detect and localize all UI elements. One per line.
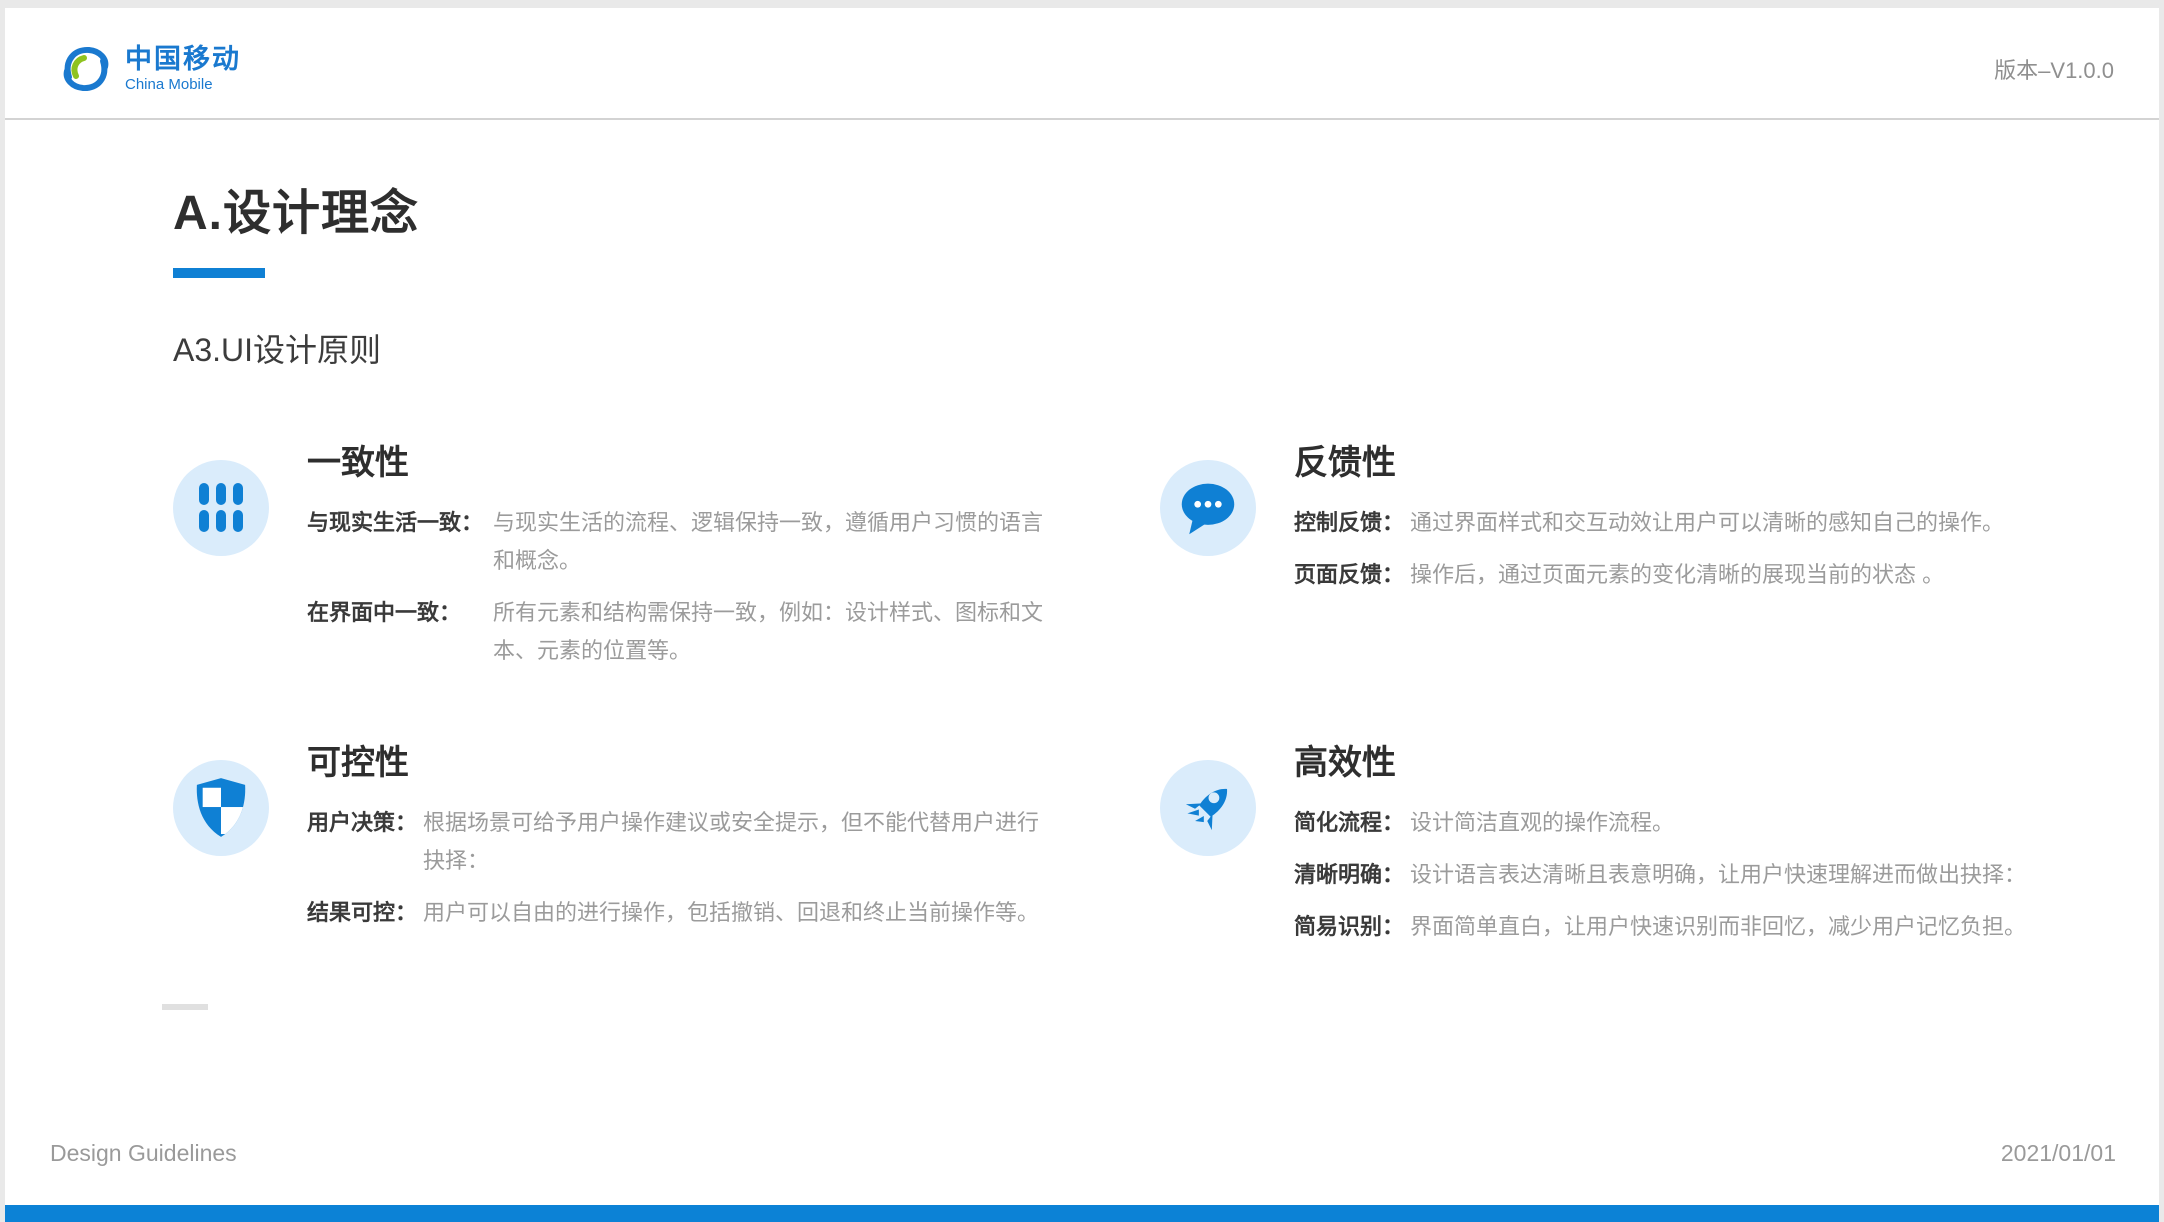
page-footer: Design Guidelines 2021/01/01	[50, 1140, 2116, 1167]
principle-item: 在界面中一致： 所有元素和结构需保持一致，例如：设计样式、图标和文本、元素的位置…	[307, 594, 1130, 670]
item-label: 页面反馈：	[1294, 556, 1404, 594]
chat-bubble-icon	[1160, 460, 1256, 556]
china-mobile-logo-icon	[61, 44, 111, 94]
page-subtitle: A3.UI设计原则	[173, 334, 2117, 366]
principle-item: 页面反馈： 操作后，通过页面元素的变化清晰的展现当前的状态 。	[1294, 556, 2117, 594]
main-content: A.设计理念 A3.UI设计原则	[5, 190, 2159, 960]
principle-item: 与现实生活一致： 与现实生活的流程、逻辑保持一致，遵循用户习惯的语言和概念。	[307, 504, 1130, 580]
item-desc: 所有元素和结构需保持一致，例如：设计样式、图标和文本、元素的位置等。	[493, 594, 1053, 670]
page-title: A.设计理念	[173, 190, 2117, 238]
version-label: 版本–V1.0.0	[1994, 53, 2114, 85]
item-desc: 根据场景可给予用户操作建议或安全提示，但不能代替用户进行抉择：	[423, 804, 1048, 880]
item-label: 简易识别：	[1294, 908, 1404, 946]
footer-date: 2021/01/01	[2001, 1140, 2116, 1167]
item-desc: 与现实生活的流程、逻辑保持一致，遵循用户习惯的语言和概念。	[493, 504, 1053, 580]
page-header: 中国移动 China Mobile 版本–V1.0.0	[5, 8, 2159, 120]
section-controllability: 可控性 用户决策： 根据场景可给予用户操作建议或安全提示，但不能代替用户进行抉择…	[173, 746, 1130, 960]
logo-text: 中国移动 China Mobile	[125, 45, 241, 93]
principle-item: 清晰明确： 设计语言表达清晰且表意明确，让用户快速理解进而做出抉择：	[1294, 856, 2117, 894]
item-label: 用户决策：	[307, 804, 417, 842]
item-desc: 设计语言表达清晰且表意明确，让用户快速理解进而做出抉择：	[1410, 856, 2026, 894]
item-desc: 通过界面样式和交互动效让用户可以清晰的感知自己的操作。	[1410, 504, 2004, 542]
item-desc: 设计简洁直观的操作流程。	[1410, 804, 1674, 842]
section-body: 高效性 简化流程： 设计简洁直观的操作流程。 清晰明确： 设计语言表达清晰且表意…	[1294, 746, 2117, 960]
item-label: 清晰明确：	[1294, 856, 1404, 894]
rocket-icon	[1160, 760, 1256, 856]
item-label: 在界面中一致：	[307, 594, 487, 632]
item-label: 控制反馈：	[1294, 504, 1404, 542]
decorative-dash	[162, 1004, 208, 1010]
principle-item: 简易识别： 界面简单直白，让用户快速识别而非回忆，减少用户记忆负担。	[1294, 908, 2117, 946]
bottom-accent-bar	[5, 1205, 2159, 1222]
title-underline	[173, 268, 265, 278]
section-efficiency: 高效性 简化流程： 设计简洁直观的操作流程。 清晰明确： 设计语言表达清晰且表意…	[1160, 746, 2117, 960]
section-heading: 一致性	[307, 446, 1130, 480]
principle-item: 控制反馈： 通过界面样式和交互动效让用户可以清晰的感知自己的操作。	[1294, 504, 2117, 542]
section-heading: 高效性	[1294, 746, 2117, 780]
principle-item: 结果可控： 用户可以自由的进行操作，包括撤销、回退和终止当前操作等。	[307, 894, 1130, 932]
item-label: 结果可控：	[307, 894, 417, 932]
item-desc: 界面简单直白，让用户快速识别而非回忆，减少用户记忆负担。	[1410, 908, 2026, 946]
item-desc: 操作后，通过页面元素的变化清晰的展现当前的状态 。	[1410, 556, 1944, 594]
shield-icon	[173, 760, 269, 856]
section-feedback: 反馈性 控制反馈： 通过界面样式和交互动效让用户可以清晰的感知自己的操作。 页面…	[1160, 446, 2117, 684]
item-label: 与现实生活一致：	[307, 504, 487, 542]
footer-document-name: Design Guidelines	[50, 1140, 237, 1167]
section-heading: 反馈性	[1294, 446, 2117, 480]
grid-dots-icon	[173, 460, 269, 556]
item-label: 简化流程：	[1294, 804, 1404, 842]
section-body: 一致性 与现实生活一致： 与现实生活的流程、逻辑保持一致，遵循用户习惯的语言和概…	[307, 446, 1130, 684]
principle-item: 简化流程： 设计简洁直观的操作流程。	[1294, 804, 2117, 842]
slide-page: 中国移动 China Mobile 版本–V1.0.0 A.设计理念 A3.UI…	[5, 8, 2159, 1222]
principles-grid: 一致性 与现实生活一致： 与现实生活的流程、逻辑保持一致，遵循用户习惯的语言和概…	[173, 446, 2117, 960]
item-desc: 用户可以自由的进行操作，包括撤销、回退和终止当前操作等。	[423, 894, 1039, 932]
china-mobile-logo: 中国移动 China Mobile	[61, 44, 241, 94]
principle-item: 用户决策： 根据场景可给予用户操作建议或安全提示，但不能代替用户进行抉择：	[307, 804, 1130, 880]
section-consistency: 一致性 与现实生活一致： 与现实生活的流程、逻辑保持一致，遵循用户习惯的语言和概…	[173, 446, 1130, 684]
logo-text-en: China Mobile	[125, 77, 241, 94]
section-heading: 可控性	[307, 746, 1130, 780]
section-body: 可控性 用户决策： 根据场景可给予用户操作建议或安全提示，但不能代替用户进行抉择…	[307, 746, 1130, 960]
section-body: 反馈性 控制反馈： 通过界面样式和交互动效让用户可以清晰的感知自己的操作。 页面…	[1294, 446, 2117, 684]
logo-text-cn: 中国移动	[125, 45, 241, 75]
